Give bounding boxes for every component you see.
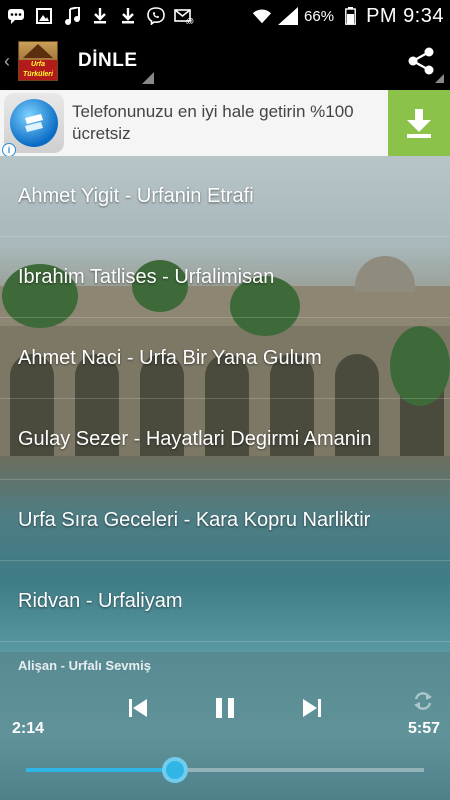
ad-info-icon[interactable]: i <box>2 143 16 157</box>
media-player: Alişan - Urfalı Sevmiş 2:14 5:57 <box>0 652 450 800</box>
overflow-corner-icon <box>435 74 444 83</box>
pause-icon <box>216 698 234 718</box>
seek-bar[interactable] <box>26 757 424 783</box>
list-item[interactable]: Ahmet Naci - Urfa Bir Yana Gulum <box>0 318 450 399</box>
battery-icon <box>340 7 360 25</box>
clock-time: 9:34 <box>403 4 444 27</box>
wifi-icon <box>252 7 272 25</box>
elapsed-time: 2:14 <box>12 720 45 737</box>
page-title[interactable]: DİNLE <box>78 50 138 72</box>
viber-icon <box>146 7 166 25</box>
song-title: Urfa Sıra Geceleri - Kara Kopru Narlikti… <box>18 508 371 531</box>
skip-previous-icon <box>129 699 147 717</box>
clock-ampm: PM <box>366 4 398 27</box>
song-list: Ahmet Yigit - Urfanin Etrafi Ibrahim Tat… <box>0 156 450 642</box>
ad-text[interactable]: Telefonunuzu en iyi hale getirin %100 üc… <box>72 101 388 145</box>
repeat-button[interactable] <box>412 690 434 712</box>
now-playing-title: Alişan - Urfalı Sevmiş <box>18 658 151 673</box>
ad-app-logo-icon <box>10 99 58 147</box>
spinner-dropdown-icon[interactable] <box>142 72 154 84</box>
logo-text: Urfa Türküleri <box>19 60 57 80</box>
next-button[interactable] <box>300 696 324 720</box>
ad-download-button[interactable] <box>388 90 450 156</box>
ad-banner[interactable]: i Telefonunuzu en iyi hale getirin %100 … <box>0 90 450 157</box>
app-logo[interactable]: Urfa Türküleri <box>18 41 58 81</box>
repeat-icon <box>414 692 432 710</box>
image-icon <box>34 7 54 25</box>
svg-text:@: @ <box>186 17 194 24</box>
list-item[interactable]: Ibrahim Tatlises - Urfalimisan <box>0 237 450 318</box>
total-duration: 5:57 <box>407 720 440 737</box>
seek-bar-thumb[interactable] <box>162 757 188 783</box>
battery-percentage: 66% <box>304 7 335 25</box>
seek-bar-progress <box>26 768 175 772</box>
download-icon <box>407 109 431 138</box>
notification-icons: @ <box>6 7 194 25</box>
song-title: Ahmet Naci - Urfa Bir Yana Gulum <box>18 346 322 369</box>
music-icon <box>62 7 82 25</box>
song-title: Ibrahim Tatlises - Urfalimisan <box>18 265 275 288</box>
list-item[interactable]: Ridvan - Urfaliyam <box>0 561 450 642</box>
status-bar: @ 66% PM 9:34 <box>0 0 450 32</box>
back-chevron-icon[interactable]: ‹ <box>4 51 16 72</box>
download-icon <box>118 7 138 25</box>
ad-app-icon[interactable]: i <box>2 93 64 157</box>
list-item[interactable]: Gulay Sezer - Hayatlari Degirmi Amanin <box>0 399 450 480</box>
song-title: Gulay Sezer - Hayatlari Degirmi Amanin <box>18 427 372 450</box>
action-bar: ‹ Urfa Türküleri DİNLE <box>0 32 450 90</box>
song-title: Ridvan - Urfaliyam <box>18 589 183 612</box>
signal-icon <box>278 7 299 25</box>
previous-button[interactable] <box>126 696 150 720</box>
logo-building-icon <box>23 44 53 58</box>
chat-icon <box>6 7 26 25</box>
share-icon <box>408 47 434 75</box>
song-title: Ahmet Yigit - Urfanin Etrafi <box>18 184 254 207</box>
share-button[interactable] <box>406 46 436 76</box>
list-item[interactable]: Urfa Sıra Geceleri - Kara Kopru Narlikti… <box>0 480 450 561</box>
download-icon <box>90 7 110 25</box>
pause-button[interactable] <box>213 696 237 720</box>
email-icon: @ <box>174 7 194 25</box>
list-item[interactable]: Ahmet Yigit - Urfanin Etrafi <box>0 156 450 237</box>
skip-next-icon <box>303 699 321 717</box>
